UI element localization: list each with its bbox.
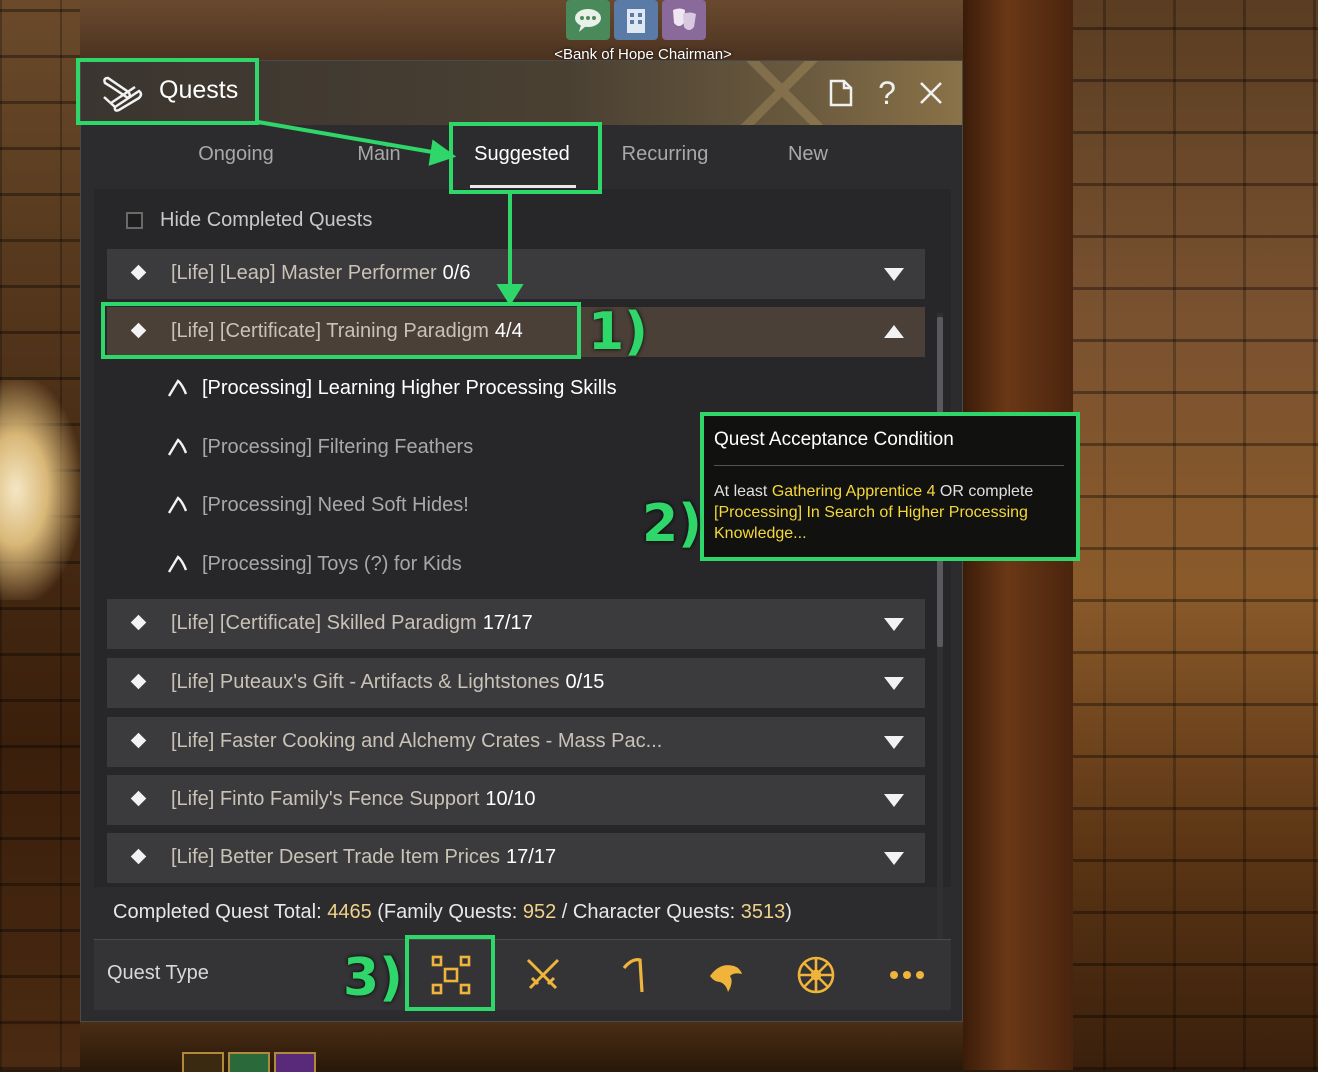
quest-diamond-icon: [130, 322, 147, 339]
quest-progress: 17/17: [506, 846, 557, 868]
quest-row-expanded[interactable]: [Life] [Certificate] Training Paradigm 4/…: [107, 307, 925, 357]
quest-progress: 17/17: [482, 612, 533, 634]
chevron-down-icon[interactable]: [883, 734, 905, 750]
life-pickaxe-icon[interactable]: [614, 954, 656, 996]
tooltip-divider: [714, 465, 1064, 466]
wall-top: [80, 0, 963, 62]
subquest-label: [Processing] Need Soft Hides!: [202, 493, 469, 516]
quest-row[interactable]: [Life] Puteaux's Gift - Artifacts & Ligh…: [107, 658, 925, 708]
completed-quest-totals: Completed Quest Total: 4465 (Family Ques…: [113, 901, 792, 924]
chevron-down-icon[interactable]: [883, 792, 905, 808]
quickslot[interactable]: [228, 1052, 270, 1072]
quest-acceptance-tooltip: Quest Acceptance Condition At least Gath…: [702, 414, 1078, 559]
quest-diamond-icon: [130, 673, 147, 690]
annotation-number-1: 1): [588, 302, 648, 362]
tooltip-requirement: Gathering Apprentice 4: [771, 483, 936, 500]
annotation-number-2: 2): [642, 494, 702, 554]
chevron-down-icon[interactable]: [883, 675, 905, 691]
quest-diamond-icon: [130, 614, 147, 631]
tooltip-text: At least: [714, 483, 772, 500]
help-icon[interactable]: ?: [869, 75, 905, 111]
subquest-label: [Processing] Learning Higher Processing …: [202, 376, 617, 399]
npc-function-icons: [566, 0, 706, 40]
subquest-item[interactable]: [Processing] Filtering Feathers: [166, 427, 473, 467]
scroll-icon: [99, 73, 145, 113]
quest-title: [Life] Finto Family's Fence Support: [171, 788, 480, 810]
totals-family-label: (Family Quests:: [371, 901, 523, 923]
quest-diamond-icon: [130, 848, 147, 865]
quest-progress: 4/4: [494, 320, 523, 342]
tab-new[interactable]: New: [738, 143, 878, 166]
subquest-label: [Processing] Filtering Feathers: [202, 435, 474, 458]
tab-main[interactable]: Main: [309, 143, 449, 166]
quest-type-label: Quest Type: [107, 962, 209, 984]
totals-family-value: 952: [522, 901, 557, 923]
totals-close-paren: ): [785, 901, 792, 923]
fishing-icon[interactable]: [704, 954, 746, 996]
tooltip-requirement: [Processing] In Search of Higher Process…: [714, 504, 1028, 542]
quest-type-bar: Quest Type: [94, 939, 951, 1010]
close-icon[interactable]: [913, 75, 949, 111]
combat-swords-icon[interactable]: [522, 954, 564, 996]
pickaxe-icon: [167, 496, 188, 514]
quest-row[interactable]: [Life] Finto Family's Fence Support 10/10: [107, 775, 925, 825]
quest-diamond-icon: [130, 732, 147, 749]
subquest-item[interactable]: [Processing] Toys (?) for Kids: [166, 544, 462, 584]
subquest-label: [Processing] Toys (?) for Kids: [202, 552, 462, 575]
totals-character-value: 3513: [740, 901, 786, 923]
quest-row[interactable]: [Life] Better Desert Trade Item Prices 17…: [107, 833, 925, 883]
all-types-icon[interactable]: [430, 954, 472, 996]
quest-row[interactable]: [Life] [Certificate] Skilled Paradigm 17/…: [107, 599, 925, 649]
pickaxe-icon: [167, 438, 188, 456]
tooltip-title: Quest Acceptance Condition: [714, 429, 954, 450]
totals-total-value: 4465: [327, 901, 372, 923]
quest-row[interactable]: [Life] Faster Cooking and Alchemy Crates…: [107, 717, 925, 767]
quest-tabs: Ongoing Main Suggested Recurring New: [81, 125, 962, 189]
quest-diamond-icon: [130, 264, 147, 281]
chevron-down-icon[interactable]: [883, 266, 905, 282]
chevron-up-icon[interactable]: [883, 324, 905, 340]
pickaxe-icon: [167, 555, 188, 573]
quest-progress: 0/15: [565, 671, 605, 693]
window-header[interactable]: Quests ?: [81, 61, 962, 125]
quest-title: [Life] [Certificate] Skilled Paradigm: [171, 612, 477, 634]
tooltip-text: OR complete: [935, 483, 1034, 500]
chat-bubble-icon[interactable]: [566, 0, 610, 40]
quickslot-bar: [182, 1052, 316, 1072]
quest-title: [Life] [Certificate] Training Paradigm: [171, 320, 489, 342]
pickaxe-icon: [167, 379, 188, 397]
tab-recurring[interactable]: Recurring: [595, 143, 735, 166]
quest-row[interactable]: [Life] [Leap] Master Performer 0/6: [107, 249, 925, 299]
sailing-wheel-icon[interactable]: [795, 954, 837, 996]
chevron-down-icon[interactable]: [883, 616, 905, 632]
tooltip-body: At least Gathering Apprentice 4 OR compl…: [714, 481, 1069, 544]
tab-suggested[interactable]: Suggested: [452, 143, 592, 166]
tab-ongoing[interactable]: Ongoing: [166, 143, 306, 166]
quest-diamond-icon: [130, 790, 147, 807]
chevron-down-icon[interactable]: [883, 850, 905, 866]
quest-title: [Life] Better Desert Trade Item Prices: [171, 846, 501, 868]
quest-progress: 10/10: [485, 788, 536, 810]
more-icon[interactable]: [886, 954, 928, 996]
hide-completed-checkbox[interactable]: [126, 212, 143, 229]
annotation-number-3: 3): [343, 948, 403, 1008]
quest-progress: 0/6: [442, 262, 471, 284]
quickslot[interactable]: [274, 1052, 316, 1072]
totals-label: Completed Quest Total:: [113, 901, 328, 923]
lamp-glow: [0, 380, 80, 600]
totals-character-label: / Character Quests:: [556, 901, 741, 923]
quest-title: [Life] [Leap] Master Performer: [171, 262, 437, 284]
quest-title: [Life] Faster Cooking and Alchemy Crates…: [171, 730, 663, 752]
subquest-item[interactable]: [Processing] Learning Higher Processing …: [166, 368, 617, 408]
quickslot[interactable]: [182, 1052, 224, 1072]
window-title: Quests: [159, 76, 239, 104]
quest-title: [Life] Puteaux's Gift - Artifacts & Ligh…: [171, 671, 560, 693]
subquest-item[interactable]: [Processing] Need Soft Hides!: [166, 485, 469, 525]
document-icon[interactable]: [823, 75, 859, 111]
hide-completed-toggle[interactable]: Hide Completed Quests: [126, 209, 372, 232]
building-icon[interactable]: [614, 0, 658, 40]
active-tab-underline: [470, 185, 576, 188]
hide-completed-label: Hide Completed Quests: [160, 209, 373, 231]
masks-icon[interactable]: [662, 0, 706, 40]
